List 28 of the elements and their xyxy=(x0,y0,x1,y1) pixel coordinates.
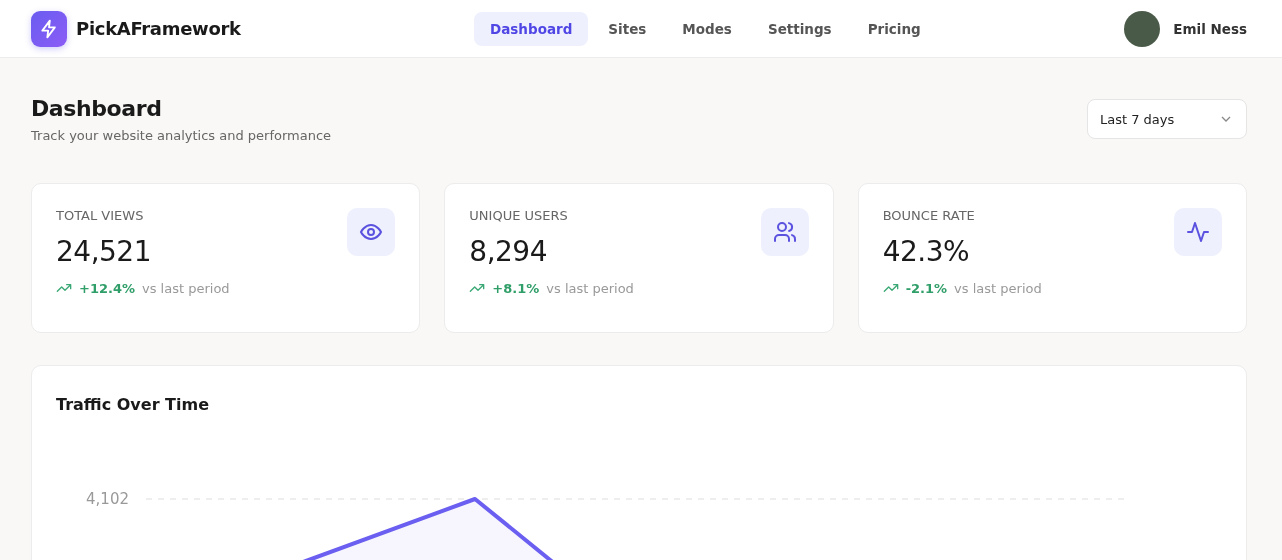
users-icon xyxy=(772,220,797,244)
user-name[interactable]: Emil Ness xyxy=(1173,20,1247,37)
stat-change: -2.1% xyxy=(905,280,948,296)
page-subtitle: Track your website analytics and performance xyxy=(31,128,332,143)
stat-note: vs last period xyxy=(546,280,634,296)
pulse-icon xyxy=(1186,220,1210,244)
stat-value: 8,294 xyxy=(469,235,548,268)
chart-title: Traffic Over Time xyxy=(56,395,210,414)
date-range-dropdown[interactable]: Last 7 days xyxy=(1087,99,1247,139)
stat-value: 24,521 xyxy=(56,235,152,268)
stat-change: +8.1% xyxy=(492,280,540,296)
stat-label: UNIQUE USERS xyxy=(469,208,569,223)
stat-value: 42.3% xyxy=(882,235,971,268)
stat-note: vs last period xyxy=(142,280,230,296)
brand-name[interactable]: PickAFramework xyxy=(76,18,241,39)
nav-tab[interactable]: Modes xyxy=(666,11,748,46)
nav-tab[interactable]: Settings xyxy=(751,11,848,46)
logo-icon[interactable] xyxy=(31,10,67,47)
stat-change: +12.4% xyxy=(79,280,135,296)
stat-note: vs last period xyxy=(954,280,1042,296)
page-title: Dashboard xyxy=(31,96,163,121)
avatar[interactable] xyxy=(1124,10,1161,47)
y-tick-label: 4,102 xyxy=(86,490,129,508)
nav-tab[interactable]: Dashboard xyxy=(474,11,589,46)
nav-tab[interactable]: Sites xyxy=(592,11,663,46)
stat-label: BOUNCE RATE xyxy=(882,208,976,223)
nav-tab[interactable]: Pricing xyxy=(851,11,937,46)
stat-label: TOTAL VIEWS xyxy=(56,208,145,223)
